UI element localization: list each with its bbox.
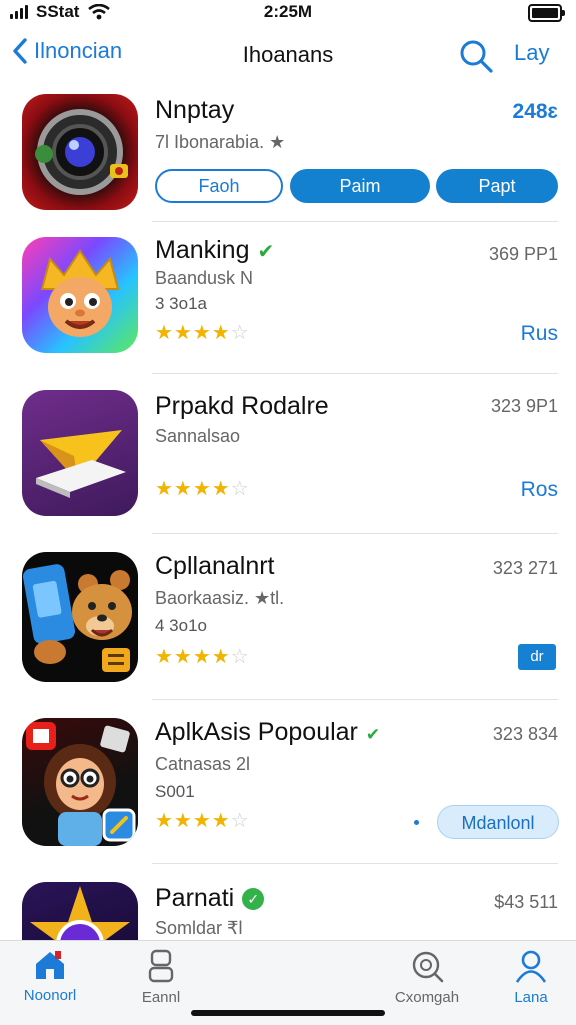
app-meta: 323 834 <box>492 724 558 744</box>
app-name-row: AplkAsis Popoular ✔ <box>155 718 380 747</box>
empty-star: ☆ <box>230 478 250 500</box>
app-subtitle: Catnasas 2l <box>155 754 251 774</box>
home-icon <box>36 951 64 979</box>
verified-check-icon: ✓ <box>242 888 265 911</box>
profile-box-icon <box>148 949 174 983</box>
tab-home[interactable]: Noonorl <box>0 949 105 1004</box>
girl-app-icon <box>22 718 138 846</box>
bear-app-icon <box>22 552 138 682</box>
paper-plane-app-icon <box>22 390 138 516</box>
filled-stars: ★★★★ <box>155 322 231 344</box>
app-name: Parnati <box>155 884 235 912</box>
app-detail: 4 3o1o <box>155 616 207 635</box>
person-icon <box>515 950 547 983</box>
empty-star: ☆ <box>230 322 250 344</box>
ros-button[interactable]: Ros <box>521 478 558 502</box>
list-item[interactable]: AplkAsis Popoular ✔ Catnasas 2l S001 ★★★★… <box>0 700 576 864</box>
list-item[interactable]: Manking ✔ Baandusk N 3 3o1a ★★★★☆ 369 PP1… <box>0 222 576 374</box>
app-meta: $43 511 <box>494 892 558 912</box>
navigation-bar: Ilnoncian Ihoanans Lay <box>0 30 576 80</box>
filled-stars: ★★★★ <box>155 810 231 832</box>
camera-app-icon <box>22 94 138 210</box>
app-name-row: Manking ✔ <box>155 236 274 265</box>
status-bar: SStat 2:25M <box>0 0 576 26</box>
app-meta: 323 271 <box>492 558 558 578</box>
app-name: Nnptay <box>155 96 235 124</box>
search-icon[interactable] <box>458 38 494 74</box>
papt-button[interactable]: Papt <box>436 169 558 203</box>
home-indicator <box>191 1010 385 1016</box>
nav-right-button[interactable]: Lay <box>514 40 549 66</box>
empty-star: ☆ <box>230 810 250 832</box>
rating-stars: ★★★★☆ <box>155 808 250 833</box>
filled-stars: ★★★★ <box>155 478 231 500</box>
verified-check-icon: ✔ <box>365 725 381 744</box>
rating-stars: ★★★★☆ <box>155 476 250 501</box>
character-app-icon <box>22 237 138 353</box>
app-name: Manking <box>155 236 250 264</box>
battery-icon <box>528 4 565 22</box>
mdanlonl-button[interactable]: Mdanlonl <box>437 805 559 839</box>
rus-button[interactable]: Rus <box>521 322 558 346</box>
app-detail: 3 3o1a <box>155 294 207 313</box>
tab-label: Cxomgah <box>394 989 460 1006</box>
indicator-dot <box>414 820 419 825</box>
app-detail: S001 <box>155 782 195 801</box>
paim-button[interactable]: Paim <box>290 169 430 203</box>
app-subtitle: Somldar ₹l <box>155 918 243 938</box>
app-meta: 323 9P1 <box>490 396 558 416</box>
tab-search[interactable]: Cxomgah <box>372 949 482 1006</box>
app-name-row: Parnati ✓ <box>155 884 265 913</box>
rating-stars: ★★★★☆ <box>155 320 250 345</box>
tab-label: Eannl <box>141 989 181 1006</box>
app-name: Cpllanalnrt <box>155 552 275 580</box>
tab-eannl[interactable]: Eannl <box>106 949 216 1006</box>
tab-label: Lana <box>514 989 548 1006</box>
search-icon <box>412 951 444 983</box>
list-item[interactable]: Prpakd Rodalre Sannalsao ★★★★☆ 323 9P1 R… <box>0 374 576 534</box>
app-name: Prpakd Rodalre <box>155 392 329 420</box>
empty-star: ☆ <box>230 646 250 668</box>
tab-profile[interactable]: Lana <box>476 949 576 1006</box>
verified-check-icon: ✔ <box>257 241 275 263</box>
list-item[interactable]: Nnptay 7l Ibonarabia. ★ 248ɛ Faoh Paim P… <box>0 84 576 222</box>
rating-stars: ★★★★☆ <box>155 644 250 669</box>
app-subtitle: Sannalsao <box>155 426 241 446</box>
app-subtitle: Baorkaasiz. ★tl. <box>155 588 285 608</box>
app-subtitle: Baandusk N <box>155 268 254 288</box>
dr-button[interactable]: dr <box>518 644 556 670</box>
app-meta: 369 PP1 <box>488 244 558 264</box>
star-app-icon <box>22 882 138 940</box>
list-item[interactable]: Parnati ✓ Somldar ₹l $43 511 <box>0 864 576 940</box>
status-time: 2:25M <box>263 2 313 21</box>
faoh-button[interactable]: Faoh <box>155 169 283 203</box>
tab-label: Noonorl <box>23 987 77 1004</box>
list-item[interactable]: Cpllanalnrt Baorkaasiz. ★tl. 4 3o1o ★★★★… <box>0 534 576 700</box>
app-subtitle: 7l Ibonarabia. ★ <box>155 132 286 152</box>
app-meta: 248ɛ <box>512 100 558 123</box>
filled-stars: ★★★★ <box>155 646 231 668</box>
app-name: AplkAsis Popoular <box>155 718 358 746</box>
